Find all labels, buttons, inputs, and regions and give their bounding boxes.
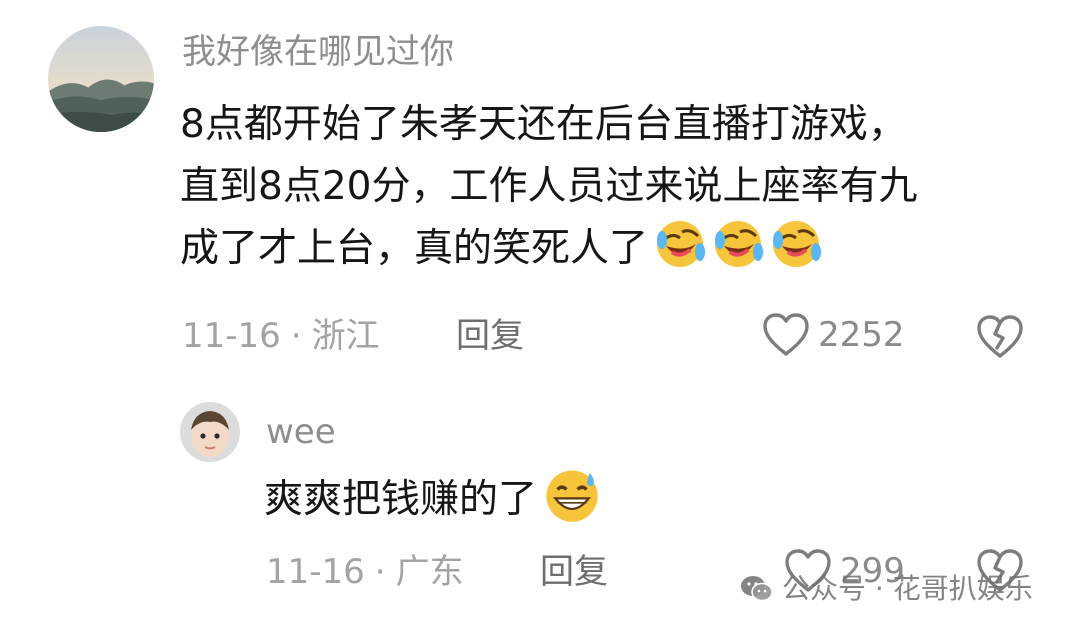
watermark-text: 公众号 · 花哥扒娱乐 — [782, 572, 1033, 605]
comment-2-line-1: 爽爽把钱赚的了 — [264, 466, 601, 528]
watermark: 公众号 · 花哥扒娱乐 — [740, 572, 1033, 606]
wechat-icon — [741, 576, 773, 602]
comment-2-username[interactable]: wee — [266, 412, 336, 452]
meta-separator: · — [374, 552, 386, 592]
comment-2-location: 广东 — [395, 552, 464, 592]
comment-1-line-2: 直到8点20分，工作人员过来说上座率有九 — [180, 164, 918, 209]
rolling-laughing-emoji — [654, 218, 706, 270]
avatar-comment-2[interactable] — [180, 402, 240, 462]
baby-avatar-image — [180, 402, 240, 462]
grinning-sweat-emoji — [543, 466, 601, 524]
comment-1-date: 11-16 — [182, 316, 281, 356]
comment-2-text: 爽爽把钱赚的了 — [264, 466, 601, 528]
comment-1-meta: 11-16 · 浙江 — [182, 316, 380, 356]
comment-1-like-count: 2252 — [818, 315, 905, 355]
comment-1-line-1: 8点都开始了朱孝天还在后台直播打游戏， — [180, 102, 907, 147]
heart-outline-icon — [763, 313, 809, 356]
meta-separator: · — [290, 316, 302, 356]
comment-1-username[interactable]: 我好像在哪见过你 — [182, 32, 454, 72]
broken-heart-icon — [977, 315, 1023, 358]
comment-2-meta: 11-16 · 广东 — [266, 552, 464, 592]
comment-1-reply-button[interactable]: 回复 — [456, 316, 524, 356]
avatar-comment-1[interactable] — [48, 26, 154, 132]
comment-1-location: 浙江 — [311, 316, 380, 356]
rolling-laughing-emoji — [712, 218, 764, 270]
landscape-avatar-image — [48, 26, 154, 132]
comment-2-line-1-text: 爽爽把钱赚的了 — [264, 477, 538, 522]
comment-2-reply-button[interactable]: 回复 — [540, 552, 608, 592]
comment-1-line-3-text: 成了才上台，真的笑死人了 — [180, 226, 649, 271]
comment-2-date: 11-16 — [266, 552, 365, 592]
comment-1-dislike-button[interactable] — [976, 314, 1024, 364]
comment-1-like-button[interactable]: 2252 — [762, 312, 905, 358]
comment-1-text: 8点都开始了朱孝天还在后台直播打游戏， 直到8点20分，工作人员过来说上座率有九… — [180, 94, 917, 280]
comment-1-line-3: 成了才上台，真的笑死人了 — [180, 218, 917, 280]
rolling-laughing-emoji — [770, 218, 822, 270]
